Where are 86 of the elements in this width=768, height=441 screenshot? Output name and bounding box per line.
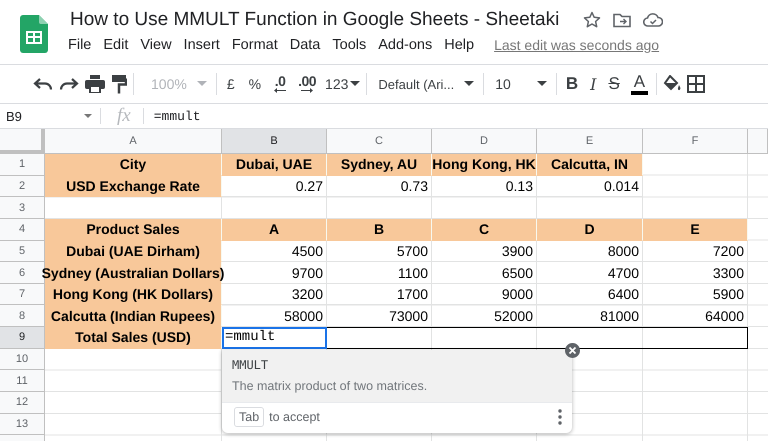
accept-hint: to accept <box>269 410 320 424</box>
fx-label: fx <box>116 105 132 127</box>
row-header[interactable]: 7 <box>0 284 45 306</box>
table-cell: Product Sales <box>45 218 222 241</box>
table-cell: 5900 <box>643 284 748 306</box>
function-name[interactable]: MMULT <box>232 358 562 372</box>
table-cell: 0.73 <box>327 176 432 198</box>
row-header[interactable]: 5 <box>0 240 45 262</box>
bold-button[interactable]: B <box>560 70 584 98</box>
table-cell: 4500 <box>222 240 327 262</box>
row-header[interactable]: 9 <box>0 327 45 349</box>
table-cell: B <box>327 218 432 241</box>
table-cell: 52000 <box>432 305 537 328</box>
menu-item[interactable]: Insert <box>178 37 226 53</box>
table-cell: 1100 <box>327 262 432 284</box>
increase-decimals-button[interactable]: .00 <box>292 70 322 98</box>
function-description: The matrix product of two matrices. <box>232 379 428 393</box>
row-header[interactable]: 13 <box>0 414 45 436</box>
font-dropdown[interactable]: Default (Ari... <box>370 70 480 98</box>
row-header[interactable]: 10 <box>0 348 45 370</box>
table-cell: C <box>432 218 537 241</box>
cell-input[interactable]: =mmult <box>222 327 327 349</box>
row-header[interactable]: 4 <box>0 218 45 241</box>
row-header[interactable]: 3 <box>0 197 45 219</box>
table-cell: Sydney, AU <box>327 154 432 176</box>
document-title[interactable]: How to Use MMULT Function in Google Sheets - Sheetaki <box>70 9 560 31</box>
table-cell: USD Exchange Rate <box>45 176 222 198</box>
table-cell: Dubai, UAE <box>222 154 327 176</box>
table-cell: 0.13 <box>432 176 537 198</box>
strikethrough-button[interactable]: S <box>602 70 626 98</box>
table-cell: 3900 <box>432 240 537 262</box>
decrease-decimals-button[interactable]: .0 <box>268 70 292 98</box>
menu-item[interactable]: Edit <box>97 37 134 53</box>
number-format-dropdown[interactable]: 123 <box>322 70 364 98</box>
table-cell: 0.27 <box>222 176 327 198</box>
table-cell: Dubai (UAE Dirham) <box>45 240 222 262</box>
table-cell: 64000 <box>643 305 748 328</box>
italic-button[interactable]: I <box>584 70 602 98</box>
column-header[interactable]: C <box>327 129 432 154</box>
table-cell: Calcutta (Indian Rupees) <box>45 305 222 328</box>
row-header[interactable]: 1 <box>0 154 45 176</box>
table-cell: 5700 <box>327 240 432 262</box>
table-cell: 7200 <box>643 240 748 262</box>
menu-item[interactable]: Tools <box>326 37 372 53</box>
tab-key: Tab <box>234 407 264 427</box>
menu-item[interactable]: Add-ons <box>372 37 438 53</box>
menu-item[interactable]: Format <box>226 37 284 53</box>
column-header[interactable]: F <box>643 129 748 154</box>
font-size-dropdown[interactable]: 10 <box>487 70 553 98</box>
table-cell: Total Sales (USD) <box>45 327 222 349</box>
table-cell: E <box>643 218 748 241</box>
last-edit-link[interactable]: Last edit was seconds ago <box>494 37 660 53</box>
table-cell: 8000 <box>537 240 643 262</box>
table-cell: 6500 <box>432 262 537 284</box>
table-cell: 3200 <box>222 284 327 306</box>
table-cell: 0.014 <box>537 176 643 198</box>
name-box[interactable]: B9 <box>0 104 100 128</box>
column-header[interactable]: A <box>45 129 222 154</box>
menu-item[interactable]: Help <box>438 37 480 53</box>
table-cell: 6400 <box>537 284 643 306</box>
column-header[interactable]: B <box>222 129 327 154</box>
row-header[interactable]: 2 <box>0 176 45 198</box>
table-cell: 3300 <box>643 262 748 284</box>
table-cell: Hong Kong (HK Dollars) <box>45 284 222 306</box>
table-cell: Calcutta, IN <box>537 154 643 176</box>
formula-input[interactable]: =mmult <box>144 108 201 124</box>
menu-item[interactable]: Data <box>284 37 326 53</box>
menu-item[interactable]: View <box>134 37 178 53</box>
menu-item[interactable]: File <box>62 37 98 53</box>
table-cell: D <box>537 218 643 241</box>
row-header[interactable]: 8 <box>0 305 45 328</box>
percent-button[interactable]: % <box>242 70 268 98</box>
column-header[interactable]: D <box>432 129 537 154</box>
table-cell: A <box>222 218 327 241</box>
row-header[interactable]: 12 <box>0 392 45 414</box>
table-cell: 73000 <box>327 305 432 328</box>
table-cell: City <box>45 154 222 176</box>
text-color-button[interactable]: A <box>630 73 648 95</box>
column-header[interactable]: E <box>537 129 643 154</box>
row-header[interactable]: 11 <box>0 370 45 392</box>
table-cell: Hong Kong, HK <box>432 154 537 176</box>
table-cell: 1700 <box>327 284 432 306</box>
table-cell: 9000 <box>432 284 537 306</box>
currency-button[interactable]: £ <box>220 70 242 98</box>
table-cell: 81000 <box>537 305 643 328</box>
table-cell: 4700 <box>537 262 643 284</box>
